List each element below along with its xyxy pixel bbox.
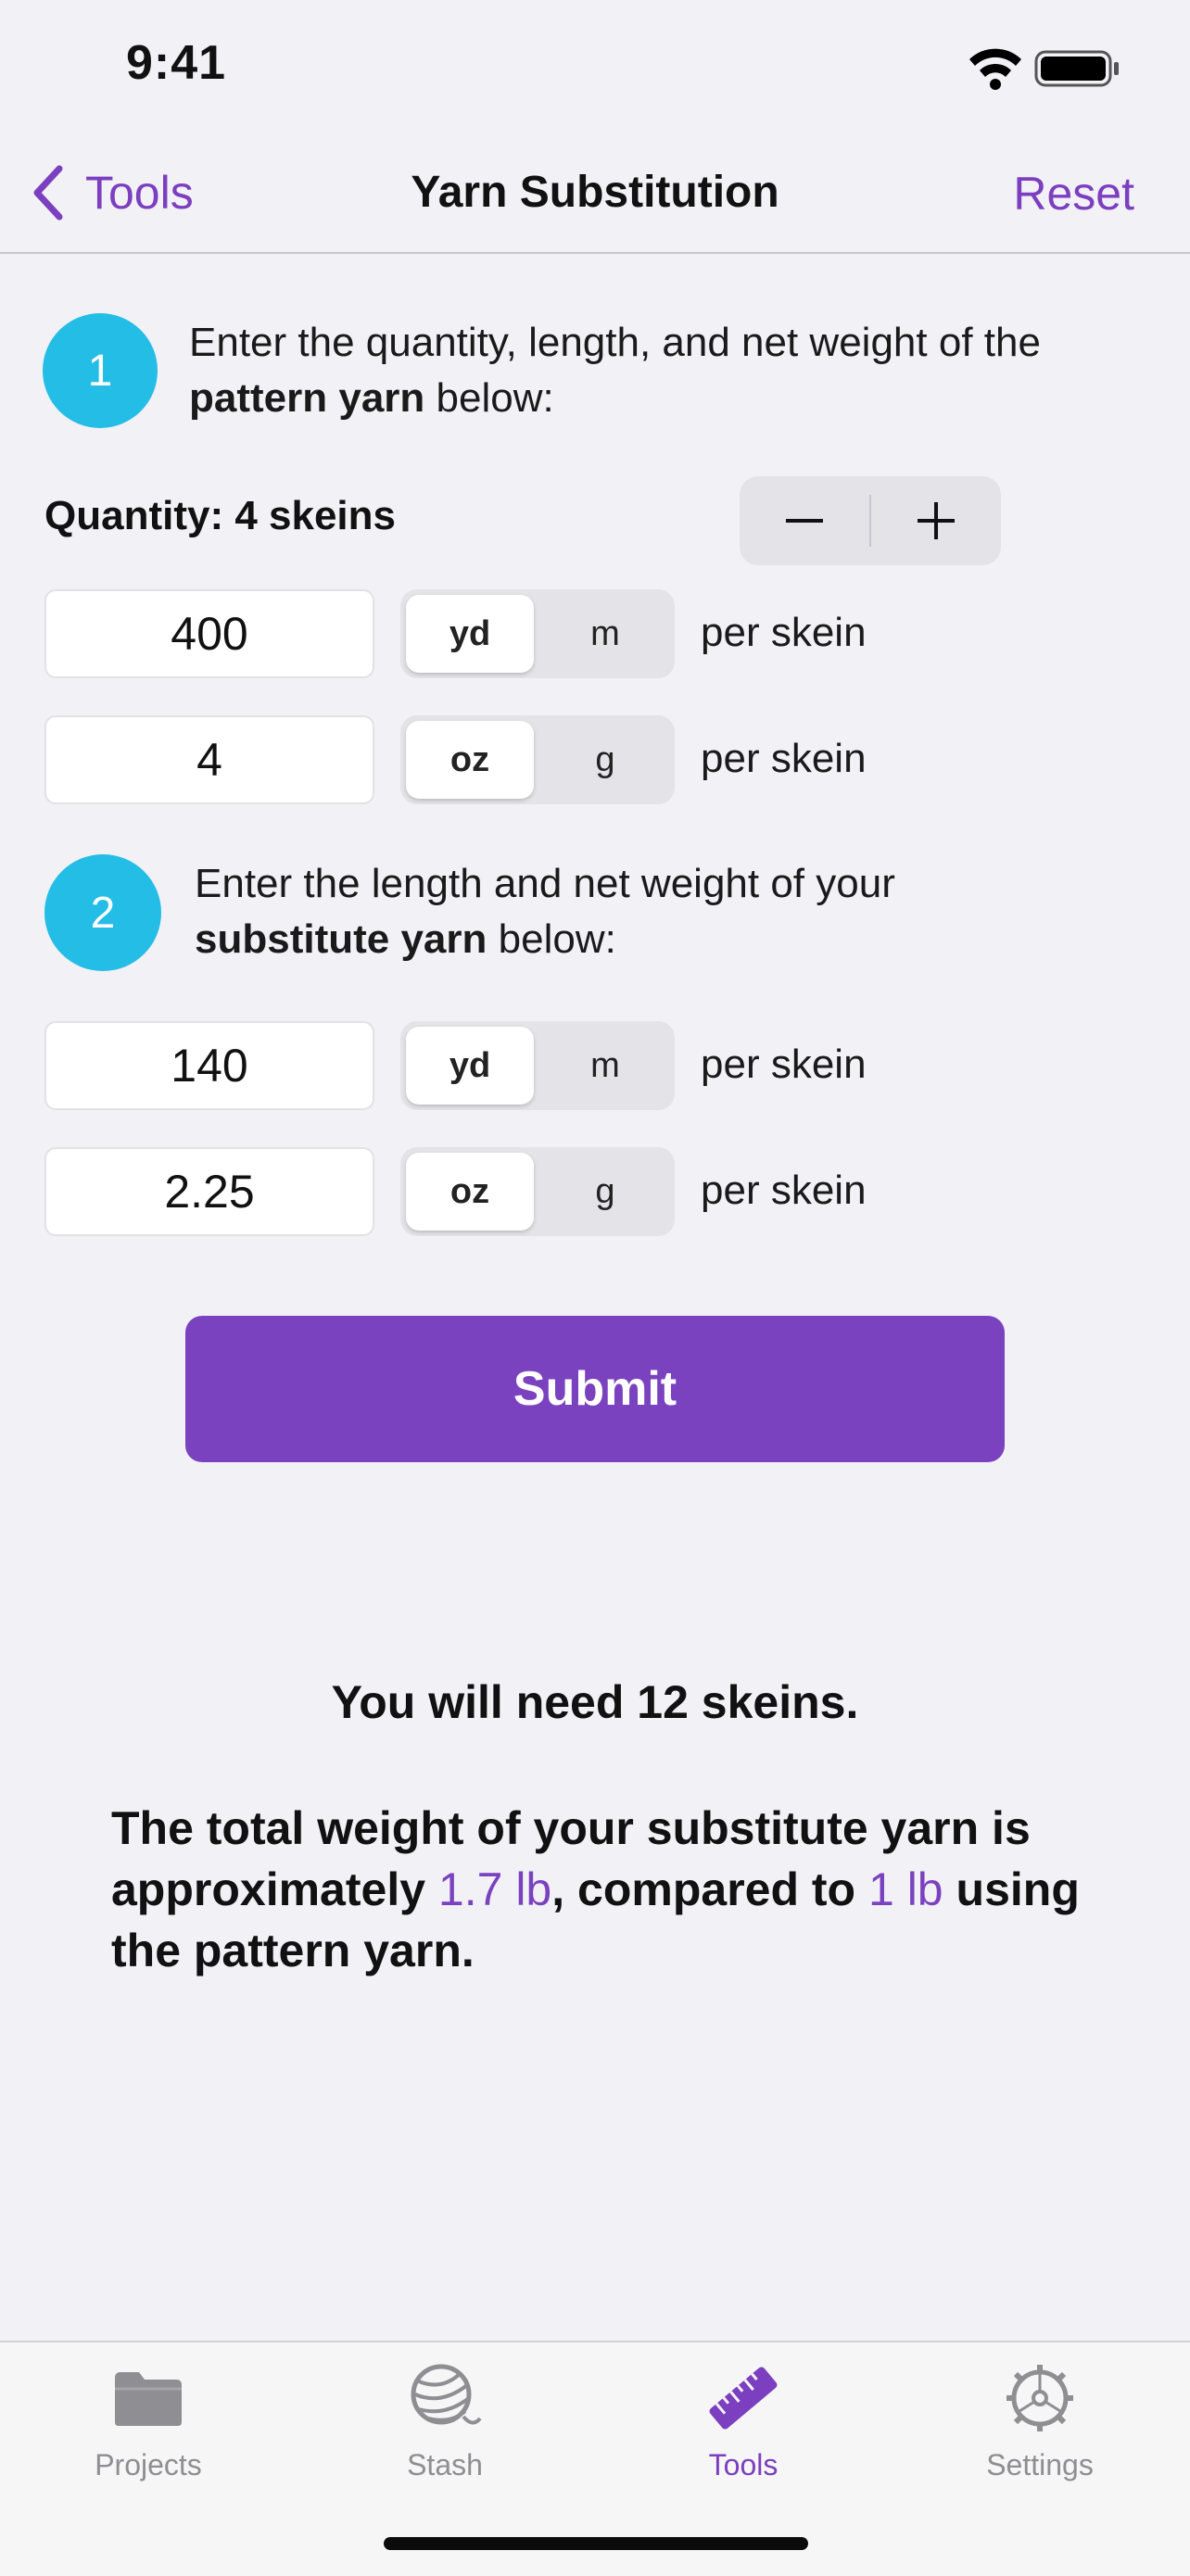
gear-icon bbox=[1006, 2365, 1073, 2431]
per-skein-label: per skein bbox=[701, 736, 867, 781]
yarn-ball-icon bbox=[411, 2364, 482, 2425]
wifi-icon bbox=[969, 48, 1021, 90]
battery-icon bbox=[1034, 50, 1119, 87]
increment-button[interactable] bbox=[871, 476, 1001, 565]
status-icons bbox=[966, 44, 1123, 91]
step-2-badge: 2 bbox=[44, 854, 161, 971]
per-skein-label: per skein bbox=[701, 610, 867, 655]
minus-icon bbox=[786, 519, 823, 523]
tab-tools[interactable]: Tools bbox=[632, 2361, 855, 2482]
reset-button[interactable]: Reset bbox=[1013, 167, 1134, 221]
per-skein-label: per skein bbox=[701, 1042, 867, 1087]
quantity-stepper[interactable] bbox=[740, 476, 1001, 565]
plus-icon bbox=[918, 502, 955, 539]
pattern-weight-value: 1 lb bbox=[868, 1863, 943, 1915]
unit-option-oz[interactable]: oz bbox=[406, 1153, 534, 1231]
unit-option-yd[interactable]: yd bbox=[406, 595, 534, 673]
home-indicator[interactable] bbox=[384, 2537, 808, 2550]
step-1-instructions: Enter the quantity, length, and net weig… bbox=[189, 320, 1041, 421]
decrement-button[interactable] bbox=[740, 476, 869, 565]
tab-stash[interactable]: Stash bbox=[334, 2361, 556, 2482]
substitute-length-input[interactable]: 140 bbox=[44, 1021, 374, 1110]
unit-option-g[interactable]: g bbox=[541, 1153, 669, 1231]
substitute-length-unit-picker[interactable]: yd m bbox=[400, 1021, 675, 1110]
page-title: Yarn Substitution bbox=[411, 168, 779, 217]
substitute-weight-input[interactable]: 2.25 bbox=[44, 1147, 374, 1236]
skeins-needed-result: You will need 12 skeins. bbox=[331, 1676, 859, 1728]
tab-projects[interactable]: Projects bbox=[37, 2361, 260, 2482]
submit-button[interactable]: Submit bbox=[185, 1316, 1005, 1462]
pattern-weight-unit-picker[interactable]: oz g bbox=[400, 715, 675, 804]
per-skein-label: per skein bbox=[701, 1168, 867, 1213]
tab-settings[interactable]: Settings bbox=[929, 2361, 1151, 2482]
weight-comparison-result: The total weight of your substitute yarn… bbox=[111, 1802, 1080, 1976]
substitute-weight-value: 1.7 lb bbox=[437, 1863, 552, 1915]
quantity-label: Quantity: 4 skeins bbox=[44, 493, 397, 538]
unit-option-m[interactable]: m bbox=[541, 595, 669, 673]
pattern-weight-input[interactable]: 4 bbox=[44, 715, 374, 804]
pattern-length-unit-picker[interactable]: yd m bbox=[400, 589, 675, 678]
status-time: 9:41 bbox=[126, 36, 227, 90]
step-1-badge: 1 bbox=[43, 313, 158, 428]
unit-option-m[interactable]: m bbox=[541, 1027, 669, 1105]
unit-option-g[interactable]: g bbox=[541, 721, 669, 799]
unit-option-yd[interactable]: yd bbox=[406, 1027, 534, 1105]
substitute-weight-unit-picker[interactable]: oz g bbox=[400, 1147, 675, 1236]
unit-option-oz[interactable]: oz bbox=[406, 721, 534, 799]
step-2-instructions: Enter the length and net weight of your … bbox=[195, 861, 895, 962]
ruler-icon bbox=[709, 2367, 778, 2430]
pattern-length-input[interactable]: 400 bbox=[44, 589, 374, 678]
folder-icon bbox=[115, 2372, 182, 2426]
